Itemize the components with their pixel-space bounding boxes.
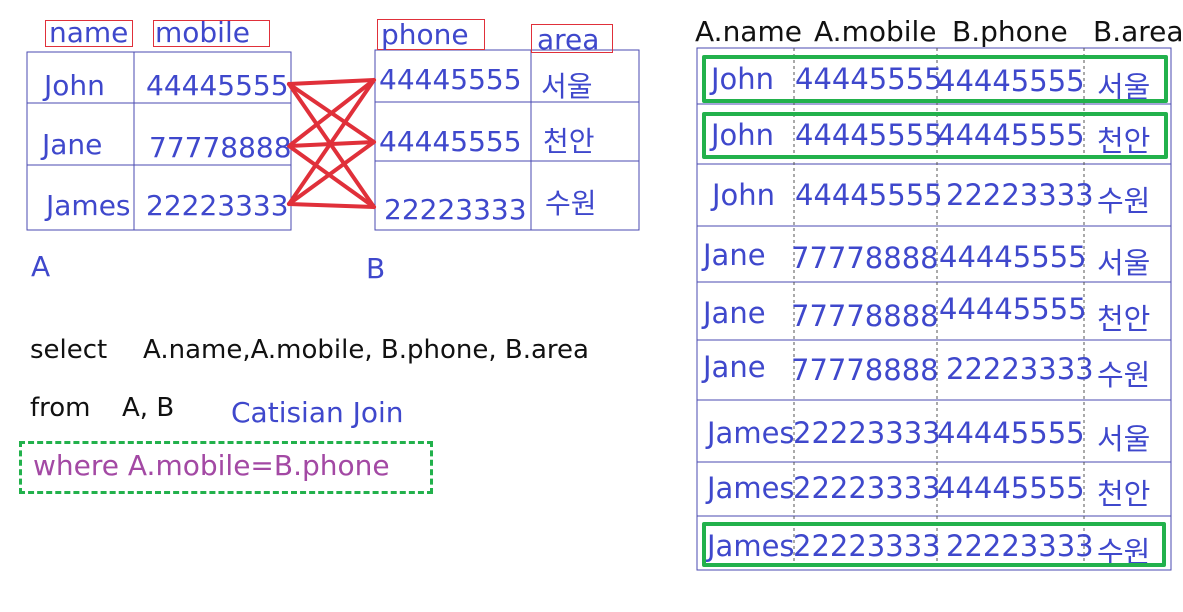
table-a-caption: A: [31, 250, 51, 283]
result-header: A.name: [695, 15, 802, 48]
table-b-header-phone: phone: [381, 18, 469, 51]
result-cell: 77778888: [791, 353, 939, 387]
table-a-header-name: name: [49, 16, 129, 49]
cartesian-connectors: [287, 78, 376, 209]
result-cell: 수원: [1097, 184, 1151, 218]
result-cell: 천안: [1097, 302, 1151, 336]
table-a-cell: John: [44, 69, 105, 102]
result-cell: 22223333: [793, 471, 941, 505]
result-header: B.area: [1093, 15, 1183, 48]
result-cell: 44445555: [939, 240, 1087, 274]
table-a-cell: Jane: [42, 128, 103, 161]
table-a-cell: James: [46, 189, 131, 222]
result-cell: 44445555: [795, 178, 943, 212]
table-b-cell: 44445555: [379, 125, 522, 158]
table-b-cell: 서울: [541, 70, 593, 103]
result-cell: 77778888: [791, 299, 939, 333]
table-b-cell: 44445555: [379, 63, 522, 96]
result-cell: 수원: [1097, 358, 1151, 392]
result-cell: 22223333: [946, 178, 1094, 212]
match-highlight-row-1: [702, 55, 1168, 103]
result-cell: Jane: [703, 296, 766, 330]
table-b-cell: 천안: [543, 125, 595, 158]
result-cell: 44445555: [939, 292, 1087, 326]
result-cell: 77778888: [791, 241, 939, 275]
sql-from-keyword: from: [30, 393, 91, 423]
result-header: A.mobile: [814, 15, 937, 48]
sql-select-keyword: select: [30, 335, 108, 365]
result-cell: John: [712, 178, 776, 212]
table-b-caption: B: [366, 252, 386, 285]
table-a-cell: 77778888: [149, 131, 292, 164]
result-cell: 천안: [1097, 477, 1151, 511]
result-cell: James: [707, 416, 795, 450]
table-a-header-mobile: mobile: [155, 16, 250, 49]
table-b-header-area: area: [537, 23, 600, 56]
result-cell: 22223333: [793, 416, 941, 450]
result-cell: Jane: [703, 350, 766, 384]
table-b-cell: 수원: [545, 187, 597, 220]
result-cell: 44445555: [937, 471, 1085, 505]
result-cell: 서울: [1097, 246, 1151, 280]
result-cell: 44445555: [937, 416, 1085, 450]
match-highlight-row-2: [702, 112, 1168, 159]
cartesian-join-note: Catisian Join: [231, 396, 404, 429]
result-cell: James: [707, 471, 795, 505]
table-a-cell: 22223333: [146, 189, 289, 222]
table-b-cell: 22223333: [384, 193, 527, 226]
table-a-cell: 44445555: [146, 69, 289, 102]
result-cell: 22223333: [946, 352, 1094, 386]
result-cell: Jane: [703, 238, 766, 272]
sql-from-tables: A, B: [122, 393, 175, 423]
sql-select-columns: A.name,A.mobile, B.phone, B.area: [143, 335, 589, 365]
sql-where-clause: where A.mobile=B.phone: [33, 449, 390, 482]
result-header: B.phone: [952, 15, 1068, 48]
result-cell: 서울: [1097, 422, 1151, 456]
match-highlight-row-9: [702, 522, 1166, 567]
